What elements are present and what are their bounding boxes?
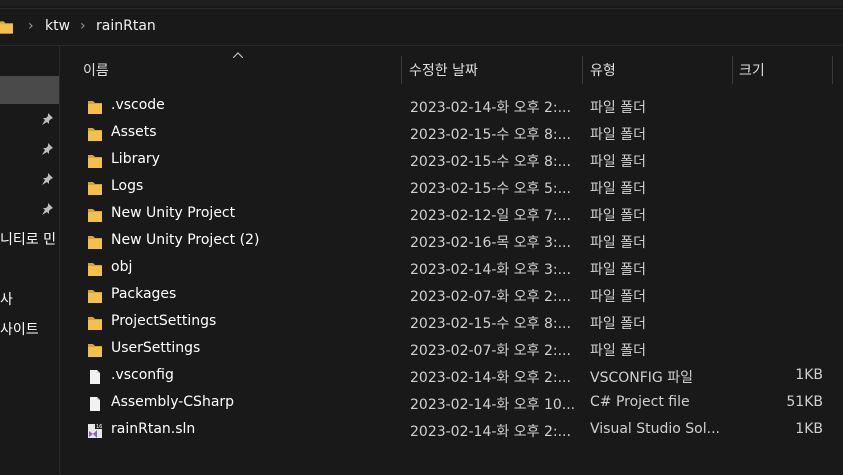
file-name: rainRtan.sln — [111, 421, 196, 437]
folder-icon — [88, 128, 102, 141]
breadcrumb-chevron-icon: › — [80, 18, 86, 34]
column-divider[interactable] — [832, 56, 833, 84]
table-row[interactable]: ProjectSettings 2023-02-15-수 오후 8:... 파일 폴… — [61, 310, 843, 337]
file-type: 파일 폴더 — [590, 100, 646, 116]
file-explorer-window: › ktw › rainRtan 니티로 민 사 사이트 이름 수정한 날짜 유… — [0, 0, 843, 475]
file-name: Logs — [111, 178, 144, 194]
folder-icon — [88, 290, 102, 303]
file-type: 파일 폴더 — [590, 127, 646, 143]
table-row[interactable]: Packages 2023-02-07-화 오후 2:... 파일 폴더 — [61, 283, 843, 310]
folder-icon — [88, 209, 102, 222]
file-type: Visual Studio Sol... — [590, 421, 720, 437]
pin-icon[interactable] — [41, 173, 53, 185]
file-date-modified: 2023-02-15-수 오후 8:... — [410, 154, 571, 170]
file-date-modified: 2023-02-14-화 오후 2:... — [410, 370, 571, 386]
column-header-date[interactable]: 수정한 날짜 — [409, 56, 581, 84]
file-type: 파일 폴더 — [590, 154, 646, 170]
table-row[interactable]: 16 rainRtan.sln 2023-02-14-화 오후 2:... Visua… — [61, 418, 843, 445]
folder-icon — [88, 317, 102, 330]
file-date-modified: 2023-02-14-화 오후 2:... — [410, 100, 571, 116]
file-date-modified: 2023-02-14-화 오후 10... — [410, 397, 576, 413]
file-size: 1KB — [795, 421, 823, 437]
file-name: Library — [111, 151, 160, 167]
file-type: 파일 폴더 — [590, 289, 646, 305]
file-date-modified: 2023-02-15-수 오후 5:... — [410, 181, 571, 197]
breadcrumb-segment-rainrtan[interactable]: rainRtan — [96, 18, 156, 34]
file-size: 51KB — [786, 394, 823, 410]
pin-icon[interactable] — [41, 143, 53, 155]
file-name: UserSettings — [111, 340, 201, 356]
nav-item-partial[interactable]: 니티로 민 — [0, 229, 56, 249]
folder-icon — [0, 21, 13, 34]
file-icon — [90, 397, 100, 411]
file-type: 파일 폴더 — [590, 343, 646, 359]
folder-icon — [88, 236, 102, 249]
table-row[interactable]: New Unity Project (2) 2023-02-16-목 오후 3:.… — [61, 229, 843, 256]
file-type: C# Project file — [590, 394, 690, 410]
file-name: Packages — [111, 286, 177, 302]
folder-icon — [88, 263, 102, 276]
column-divider[interactable] — [732, 56, 733, 84]
file-size: 1KB — [795, 367, 823, 383]
folder-icon — [88, 101, 102, 114]
svg-text:16: 16 — [96, 424, 102, 430]
file-name: .vscode — [111, 97, 165, 113]
file-list-pane: 이름 수정한 날짜 유형 크기 .vscode 2023-02-14-화 오후 2… — [61, 46, 843, 475]
table-row[interactable]: obj 2023-02-14-화 오후 3:... 파일 폴더 — [61, 256, 843, 283]
folder-icon — [88, 155, 102, 168]
file-name: ProjectSettings — [111, 313, 217, 329]
file-date-modified: 2023-02-15-수 오후 8:... — [410, 316, 571, 332]
file-type: VSCONFIG 파일 — [590, 370, 693, 386]
file-date-modified: 2023-02-07-화 오후 2:... — [410, 343, 571, 359]
column-header-size[interactable]: 크기 — [739, 56, 829, 84]
file-name: New Unity Project — [111, 205, 236, 221]
file-name: Assembly-CSharp — [111, 394, 235, 410]
file-name: New Unity Project (2) — [111, 232, 260, 248]
column-divider[interactable] — [401, 56, 402, 84]
table-row[interactable]: Library 2023-02-15-수 오후 8:... 파일 폴더 — [61, 148, 843, 175]
file-name: Assets — [111, 124, 157, 140]
pin-icon[interactable] — [41, 113, 53, 125]
title-strip — [0, 0, 843, 6]
table-row[interactable]: .vscode 2023-02-14-화 오후 2:... 파일 폴더 — [61, 94, 843, 121]
visual-studio-solution-icon: 16 — [88, 423, 103, 438]
file-date-modified: 2023-02-16-목 오후 3:... — [410, 235, 571, 251]
table-row[interactable]: Assembly-CSharp 2023-02-14-화 오후 10... C# P… — [61, 391, 843, 418]
file-icon — [90, 370, 100, 384]
nav-item-selected[interactable] — [0, 76, 59, 104]
folder-icon — [88, 344, 102, 357]
nav-item-partial[interactable]: 사이트 — [0, 319, 39, 339]
table-row[interactable]: Assets 2023-02-15-수 오후 8:... 파일 폴더 — [61, 121, 843, 148]
file-type: 파일 폴더 — [590, 208, 646, 224]
pin-icon[interactable] — [41, 203, 53, 215]
file-date-modified: 2023-02-12-일 오후 7:... — [410, 208, 571, 224]
folder-icon — [88, 182, 102, 195]
file-type: 파일 폴더 — [590, 181, 646, 197]
file-type: 파일 폴더 — [590, 262, 646, 278]
table-row[interactable]: UserSettings 2023-02-07-화 오후 2:... 파일 폴더 — [61, 337, 843, 364]
table-row[interactable]: .vsconfig 2023-02-14-화 오후 2:... VSCONFIG 파… — [61, 364, 843, 391]
breadcrumb-segment-ktw[interactable]: ktw — [45, 18, 70, 34]
column-header-type[interactable]: 유형 — [590, 56, 730, 84]
nav-item-partial[interactable]: 사 — [0, 289, 13, 309]
file-type: 파일 폴더 — [590, 235, 646, 251]
file-name: obj — [111, 259, 133, 275]
file-date-modified: 2023-02-14-화 오후 3:... — [410, 262, 571, 278]
file-date-modified: 2023-02-14-화 오후 2:... — [410, 424, 571, 440]
table-row[interactable]: Logs 2023-02-15-수 오후 5:... 파일 폴더 — [61, 175, 843, 202]
column-header-row: 이름 수정한 날짜 유형 크기 — [61, 56, 843, 84]
column-divider[interactable] — [582, 56, 583, 84]
address-bar[interactable]: › ktw › rainRtan — [0, 8, 843, 46]
column-header-name[interactable]: 이름 — [83, 56, 401, 84]
table-row[interactable]: New Unity Project 2023-02-12-일 오후 7:... 파일… — [61, 202, 843, 229]
breadcrumb-chevron-icon: › — [28, 18, 34, 34]
file-date-modified: 2023-02-15-수 오후 8:... — [410, 127, 571, 143]
file-date-modified: 2023-02-07-화 오후 2:... — [410, 289, 571, 305]
file-type: 파일 폴더 — [590, 316, 646, 332]
navigation-pane: 니티로 민 사 사이트 — [0, 46, 60, 475]
file-name: .vsconfig — [111, 367, 174, 383]
